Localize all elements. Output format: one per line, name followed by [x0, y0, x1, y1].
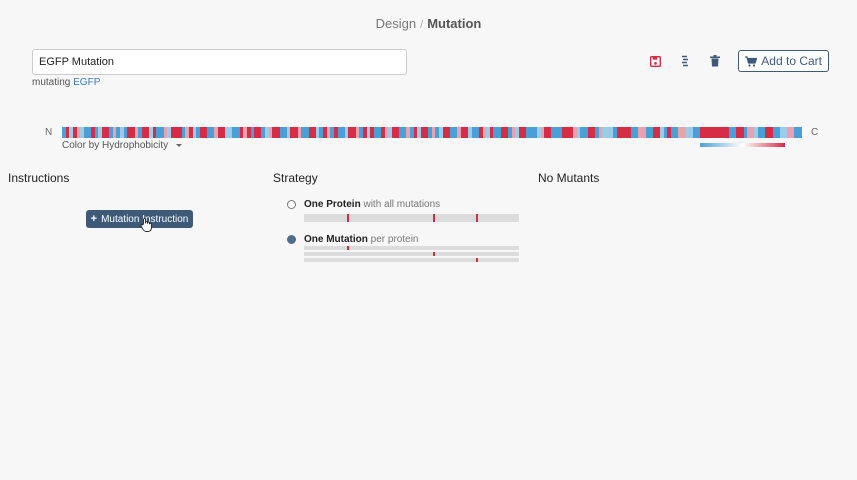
- strategy-rest-one-mutation: per protein: [367, 234, 419, 245]
- sequence-n-terminus-label: N: [45, 127, 53, 138]
- breadcrumb-separator: /: [420, 19, 424, 31]
- save-icon[interactable]: [648, 54, 662, 68]
- strategy-label-one-protein: One Protein with all mutations: [304, 199, 440, 210]
- strategy-option-one-mutation[interactable]: One Mutation per protein: [287, 234, 418, 245]
- mutation-mark: [476, 214, 478, 222]
- color-by-dropdown[interactable]: Color by Hydrophobicity: [62, 140, 183, 151]
- strategy-option-one-protein[interactable]: One Protein with all mutations: [287, 199, 440, 210]
- caret-down-icon: [176, 144, 183, 147]
- one-mutation-preview-bar: [304, 252, 519, 256]
- strategy-heading: Strategy: [273, 171, 318, 185]
- add-to-cart-label: Add to Cart: [761, 54, 822, 68]
- reorder-icon[interactable]: [678, 54, 692, 68]
- mutating-prefix: mutating: [32, 77, 71, 88]
- hydrophobicity-legend-bar: [700, 143, 785, 147]
- color-by-label: Color by Hydrophobicity: [62, 140, 169, 151]
- cart-icon: [745, 55, 758, 67]
- toolbar: Add to Cart: [648, 50, 829, 72]
- mutation-mark: [347, 214, 349, 222]
- mutating-target-link[interactable]: EGFP: [73, 77, 100, 88]
- strategy-bold-one-mutation: One Mutation: [304, 234, 368, 245]
- one-mutation-preview-bar: [304, 258, 519, 262]
- hand-cursor-icon: [140, 218, 152, 232]
- add-to-cart-button[interactable]: Add to Cart: [738, 50, 829, 72]
- mutation-mark: [476, 258, 478, 262]
- strategy-bold-one-protein: One Protein: [304, 199, 361, 210]
- one-mutation-preview-bar: [304, 246, 519, 250]
- sequence-c-terminus-label: C: [811, 127, 819, 138]
- one-protein-preview-bar: [304, 214, 519, 222]
- mutation-mark: [433, 214, 435, 222]
- trash-icon[interactable]: [708, 54, 722, 68]
- strategy-radio-one-protein[interactable]: [287, 200, 296, 209]
- strategy-rest-one-protein: with all mutations: [360, 199, 441, 210]
- breadcrumb: Design / Mutation: [0, 16, 857, 31]
- breadcrumb-current: Mutation: [427, 16, 482, 31]
- sequence-track[interactable]: [62, 127, 802, 138]
- strategy-label-one-mutation: One Mutation per protein: [304, 234, 418, 245]
- design-name-input[interactable]: [32, 49, 407, 75]
- mutation-mark: [433, 252, 435, 256]
- breadcrumb-design-link[interactable]: Design: [376, 16, 416, 31]
- mutating-label: mutating EGFP: [32, 77, 100, 88]
- mutants-heading: No Mutants: [538, 171, 600, 185]
- instructions-heading: Instructions: [8, 171, 70, 185]
- strategy-radio-one-mutation[interactable]: [287, 235, 296, 244]
- mutation-mark: [347, 246, 349, 250]
- plus-icon: +: [90, 213, 98, 225]
- sequence-residue[interactable]: [797, 127, 802, 138]
